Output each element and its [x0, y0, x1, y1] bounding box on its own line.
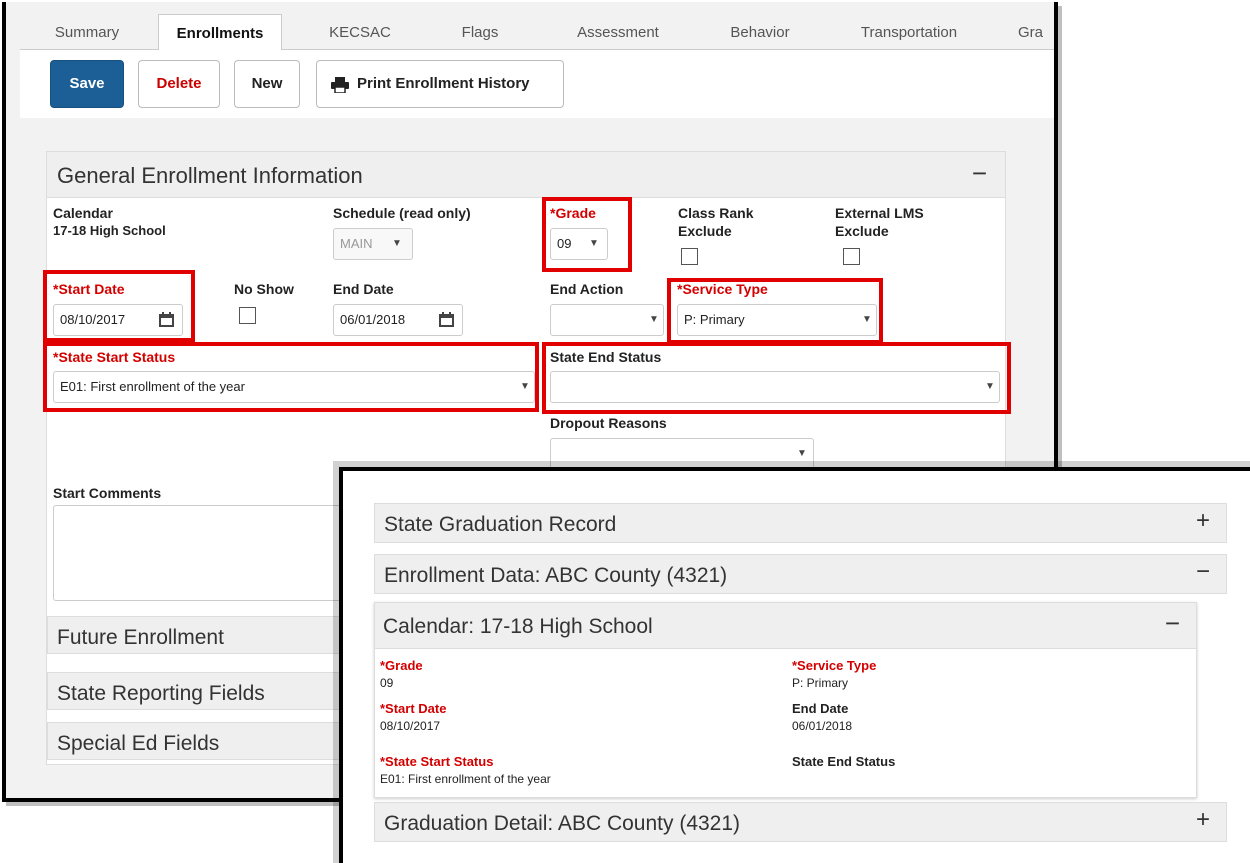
highlight-grade: [542, 197, 632, 272]
start-comments-label: Start Comments: [53, 485, 162, 501]
highlight-state-end-status: [542, 342, 1011, 414]
summary-service-value: P: Primary: [792, 676, 849, 690]
summary-end-value: 06/01/2018: [792, 719, 853, 733]
calendar-icon[interactable]: [438, 311, 455, 328]
summary-start-value: 08/10/2017: [380, 719, 441, 733]
section-title: State Reporting Fields: [57, 682, 265, 705]
section-title: Graduation Detail: ABC County (4321): [384, 812, 741, 835]
state-graduation-record-section[interactable]: State Graduation Record +: [374, 503, 1227, 543]
tab-assessment[interactable]: Assessment: [554, 14, 682, 50]
toolbar: Save Delete New Print Enrollment History: [20, 50, 1054, 118]
dropdown-caret-icon: ▼: [392, 238, 402, 249]
tab-bar: Summary Enrollments KECSAC Flags Assessm…: [20, 14, 1054, 51]
summary-state-start-value: E01: First enrollment of the year: [380, 772, 551, 786]
calendar-value: 17-18 High School: [53, 223, 166, 238]
summary-state-start-label: *State Start Status: [380, 754, 494, 769]
schedule-label: Schedule (read only): [333, 205, 471, 221]
tab-behavior[interactable]: Behavior: [710, 14, 810, 50]
highlight-service-type: [667, 278, 883, 344]
calendar-card: Calendar: 17-18 High School − *Grade 09 …: [374, 602, 1197, 798]
end-action-label: End Action: [550, 281, 624, 297]
end-action-select[interactable]: ▼: [550, 304, 664, 336]
enrollment-data-section[interactable]: Enrollment Data: ABC County (4321) −: [374, 554, 1227, 594]
tab-enrollments[interactable]: Enrollments: [158, 14, 282, 51]
class-rank-label-1: Class Rank: [678, 205, 754, 221]
tab-grades-truncated[interactable]: Gra: [1018, 14, 1054, 50]
no-show-checkbox[interactable]: [239, 307, 256, 324]
collapse-icon[interactable]: −: [1165, 608, 1180, 639]
tab-transportation[interactable]: Transportation: [836, 14, 982, 50]
section-title: Future Enrollment: [57, 626, 224, 649]
expand-icon[interactable]: +: [1196, 507, 1210, 535]
section-title: State Graduation Record: [384, 513, 617, 536]
class-rank-exclude-checkbox[interactable]: [681, 248, 698, 265]
printer-icon: [331, 77, 349, 93]
new-button[interactable]: New: [234, 60, 300, 108]
schedule-select: MAIN ▼: [333, 228, 413, 260]
end-date-label: End Date: [333, 281, 394, 297]
dropout-reasons-label: Dropout Reasons: [550, 415, 667, 431]
schedule-value: MAIN: [340, 236, 373, 251]
tab-flags[interactable]: Flags: [440, 14, 520, 50]
graduation-detail-section[interactable]: Graduation Detail: ABC County (4321) +: [374, 802, 1227, 842]
calendar-card-title: Calendar: 17-18 High School: [383, 615, 653, 638]
external-lms-label-2: Exclude: [835, 223, 889, 239]
summary-end-label: End Date: [792, 701, 849, 716]
calendar-label: Calendar: [53, 205, 113, 221]
summary-service-label: *Service Type: [792, 658, 877, 673]
summary-overlay-window: State Graduation Record + Enrollment Dat…: [339, 467, 1250, 863]
class-rank-label-2: Exclude: [678, 223, 732, 239]
summary-grade-label: *Grade: [380, 658, 423, 673]
general-enrollment-header[interactable]: General Enrollment Information −: [47, 152, 1005, 198]
highlight-state-start-status: [43, 342, 539, 412]
summary-start-label: *Start Date: [380, 701, 447, 716]
save-button[interactable]: Save: [50, 60, 124, 108]
tab-summary[interactable]: Summary: [42, 14, 132, 50]
collapse-icon[interactable]: −: [1196, 558, 1210, 586]
highlight-start-date: [43, 270, 195, 342]
end-date-value: 06/01/2018: [340, 312, 406, 327]
external-lms-label-1: External LMS: [835, 205, 924, 221]
external-lms-exclude-checkbox[interactable]: [843, 248, 860, 265]
delete-button[interactable]: Delete: [138, 60, 220, 108]
end-date-input[interactable]: 06/01/2018: [333, 304, 463, 336]
summary-grade-value: 09: [380, 676, 394, 690]
dropdown-caret-icon: ▼: [649, 314, 659, 325]
calendar-card-header[interactable]: Calendar: 17-18 High School −: [375, 603, 1196, 649]
collapse-icon[interactable]: −: [972, 158, 987, 189]
panel-title: General Enrollment Information: [57, 163, 363, 188]
section-title: Enrollment Data: ABC County (4321): [384, 564, 728, 587]
print-button-label: Print Enrollment History: [357, 75, 530, 92]
tab-kecsac[interactable]: KECSAC: [314, 14, 406, 50]
section-title: Special Ed Fields: [57, 732, 220, 755]
print-enrollment-history-button[interactable]: Print Enrollment History: [316, 60, 564, 108]
expand-icon[interactable]: +: [1196, 806, 1210, 834]
summary-state-end-label: State End Status: [792, 754, 896, 769]
no-show-label: No Show: [234, 281, 294, 297]
